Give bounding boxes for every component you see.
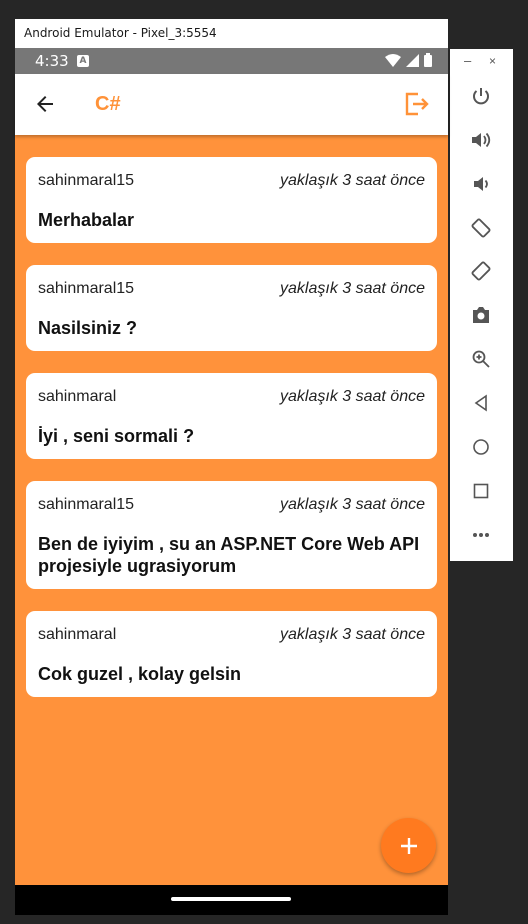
back-button[interactable] bbox=[33, 92, 57, 116]
screenshot-button[interactable] bbox=[469, 303, 493, 327]
message-text: Merhabalar bbox=[38, 210, 135, 230]
message-card[interactable]: sahinmaral15 yaklaşık 3 saat önce Merhab… bbox=[26, 157, 437, 243]
navigation-bar bbox=[15, 885, 448, 915]
more-button[interactable] bbox=[469, 523, 493, 547]
message-card[interactable]: sahinmaral15 yaklaşık 3 saat önce Ben de… bbox=[26, 481, 437, 589]
back-nav-button[interactable] bbox=[469, 391, 493, 415]
message-author: sahinmaral15 bbox=[38, 172, 135, 189]
message-author: sahinmaral15 bbox=[38, 280, 135, 297]
logout-icon bbox=[405, 92, 429, 116]
back-icon bbox=[474, 394, 487, 412]
window-title: Android Emulator - Pixel_3:5554 bbox=[24, 26, 217, 40]
message-author: sahinmaral15 bbox=[38, 496, 135, 513]
app-bar: C# bbox=[15, 74, 448, 135]
arrow-left-icon bbox=[37, 96, 53, 112]
battery-icon bbox=[424, 53, 432, 67]
message-area: sahinmaral15 yaklaşık 3 saat önce Merhab… bbox=[15, 135, 448, 885]
wifi-icon bbox=[385, 53, 401, 67]
volume-down-button[interactable] bbox=[469, 172, 493, 196]
message-text: İyi , seni sormali ? bbox=[38, 426, 195, 446]
message-text: Cok guzel , kolay gelsin bbox=[38, 664, 242, 684]
message-author: sahinmaral bbox=[38, 388, 117, 405]
close-button[interactable]: × bbox=[489, 54, 496, 68]
volume-up-icon bbox=[472, 132, 491, 148]
emulator-toolbar: – × bbox=[450, 49, 513, 561]
volume-down-icon bbox=[474, 177, 488, 191]
home-button[interactable] bbox=[469, 435, 493, 459]
rotate-right-icon bbox=[471, 261, 491, 281]
rotate-left-icon bbox=[471, 218, 491, 238]
page-title: C# bbox=[95, 93, 121, 115]
message-time: yaklaşık 3 saat önce bbox=[280, 626, 425, 643]
more-icon bbox=[473, 533, 489, 537]
power-button[interactable] bbox=[469, 84, 493, 108]
overview-icon bbox=[473, 483, 489, 499]
zoom-button[interactable] bbox=[469, 347, 493, 371]
signal-icon bbox=[406, 53, 419, 67]
emulator-titlebar: Android Emulator - Pixel_3:5554 bbox=[15, 19, 448, 48]
rotate-right-button[interactable] bbox=[469, 259, 493, 283]
message-card[interactable]: sahinmaral15 yaklaşık 3 saat önce Nasils… bbox=[26, 265, 437, 351]
overview-button[interactable] bbox=[469, 479, 493, 503]
add-message-button[interactable] bbox=[381, 818, 436, 873]
status-time: 4:33 bbox=[35, 52, 69, 70]
plus-icon bbox=[400, 837, 417, 854]
message-time: yaklaşık 3 saat önce bbox=[280, 496, 425, 513]
status-icons bbox=[385, 53, 432, 67]
message-time: yaklaşık 3 saat önce bbox=[280, 280, 425, 297]
message-card[interactable]: sahinmaral yaklaşık 3 saat önce İyi , se… bbox=[26, 373, 437, 459]
gesture-handle[interactable] bbox=[171, 897, 291, 901]
phone-screen: 4:33 A C# sahinmaral15 yaklaşık 3 saat ö… bbox=[15, 48, 448, 915]
message-card[interactable]: sahinmaral yaklaşık 3 saat önce Cok guze… bbox=[26, 611, 437, 697]
message-text: Nasilsiniz ? bbox=[38, 318, 138, 338]
power-icon bbox=[473, 88, 489, 105]
emulator-window: Android Emulator - Pixel_3:5554 4:33 A C… bbox=[15, 19, 448, 915]
message-time: yaklaşık 3 saat önce bbox=[280, 388, 425, 405]
home-icon bbox=[473, 439, 489, 455]
message-list: sahinmaral15 yaklaşık 3 saat önce Merhab… bbox=[26, 157, 437, 719]
logout-button[interactable] bbox=[404, 91, 430, 117]
camera-icon bbox=[473, 307, 489, 323]
status-bar: 4:33 A bbox=[15, 48, 448, 74]
message-author: sahinmaral bbox=[38, 626, 117, 643]
zoom-icon bbox=[472, 350, 490, 368]
message-time: yaklaşık 3 saat önce bbox=[280, 172, 425, 189]
volume-up-button[interactable] bbox=[469, 128, 493, 152]
rotate-left-button[interactable] bbox=[469, 216, 493, 240]
minimize-button[interactable]: – bbox=[464, 53, 471, 68]
message-text: Ben de iyiyim , su an ASP.NET Core Web A… bbox=[38, 534, 420, 576]
notification-icon: A bbox=[77, 55, 89, 67]
